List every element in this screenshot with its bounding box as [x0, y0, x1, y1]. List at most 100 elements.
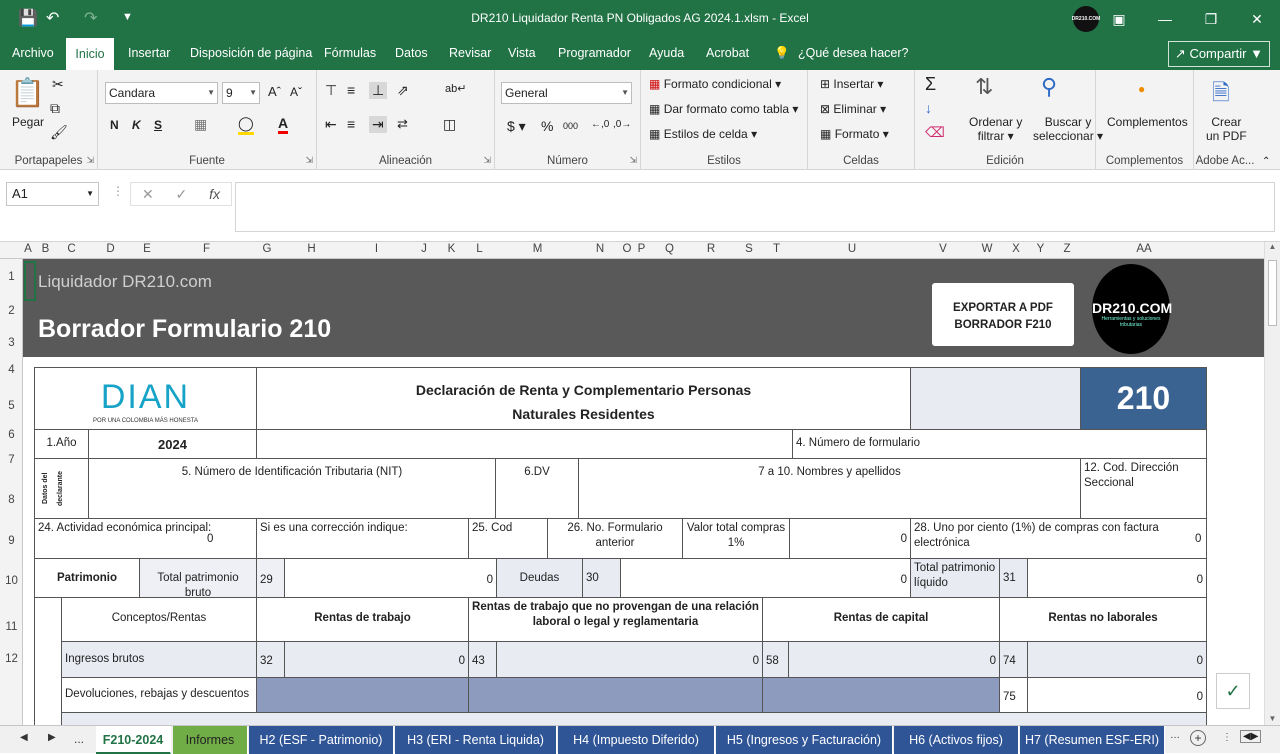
italic-button[interactable]: K — [132, 118, 141, 132]
row-header-1[interactable]: 1 — [0, 271, 23, 283]
valor-compras-value[interactable]: 0 — [789, 518, 911, 559]
menu-revisar[interactable]: Revisar — [445, 38, 495, 70]
hscroll-left-icon[interactable]: ◀▶ — [1240, 730, 1262, 743]
insert-function-icon[interactable]: fx — [209, 186, 220, 202]
column-header-d[interactable]: D — [85, 243, 136, 255]
menu-disposicion[interactable]: Disposición de página — [186, 38, 316, 70]
cut-icon[interactable]: ✂ — [52, 76, 64, 93]
menu-ayuda[interactable]: Ayuda — [645, 38, 688, 70]
increase-decimal-icon[interactable]: ←,0 — [591, 119, 609, 130]
tell-me-search[interactable]: ¿Qué desea hacer? — [794, 38, 913, 70]
menu-formulas[interactable]: Fórmulas — [320, 38, 380, 70]
column-header-w[interactable]: W — [969, 243, 1005, 255]
scroll-down-icon[interactable]: ▼ — [1265, 714, 1280, 723]
menu-programador[interactable]: Programador — [554, 38, 635, 70]
empty-cell[interactable] — [256, 429, 793, 459]
formula-input[interactable] — [235, 182, 1275, 232]
column-header-u[interactable]: U — [787, 243, 917, 255]
tab-h4[interactable]: H4 (Impuesto Diferido) — [558, 726, 715, 754]
tab-h7[interactable]: H7 (Resumen ESF-ERI) — [1020, 726, 1165, 754]
share-button[interactable]: ↗ Compartir ▼ — [1167, 41, 1270, 67]
value-74[interactable]: 0 — [1027, 641, 1207, 678]
align-middle-icon[interactable]: ≡ — [347, 82, 355, 98]
tab-scroll-left-icon[interactable]: ◀ — [20, 732, 28, 743]
clear-icon[interactable]: ⌫ — [925, 124, 945, 141]
merge-center-icon[interactable]: ◫ — [443, 116, 456, 133]
column-header-z[interactable]: Z — [1054, 243, 1080, 255]
menu-archivo[interactable]: Archivo — [8, 38, 58, 70]
row-header-8[interactable]: 8 — [0, 494, 23, 506]
number-format-select[interactable]: General ▼ — [501, 82, 632, 104]
value-31[interactable]: 0 — [1027, 558, 1207, 598]
sort-filter-icon[interactable]: ⇅ — [975, 74, 993, 100]
menu-datos[interactable]: Datos — [391, 38, 432, 70]
actividad-value[interactable]: 0 — [207, 533, 213, 545]
align-top-icon[interactable]: ⊤ — [325, 82, 337, 99]
tab-h2[interactable]: H2 (ESF - Patrimonio) — [249, 726, 394, 754]
align-left-icon[interactable]: ⇤ — [325, 116, 337, 133]
row-header-3[interactable]: 3 — [0, 337, 23, 349]
row-header-11[interactable]: 11 — [0, 621, 23, 633]
tab-h5[interactable]: H5 (Ingresos y Facturación) — [716, 726, 893, 754]
find-select-button[interactable]: Buscar y seleccionar ▾ — [1033, 115, 1103, 143]
scrollbar-thumb[interactable] — [1268, 260, 1277, 326]
addins-button[interactable]: Complementos — [1107, 115, 1188, 129]
row-header-2[interactable]: 2 — [0, 305, 23, 317]
row-header-12[interactable]: 12 — [0, 653, 23, 665]
value-75[interactable]: 0 — [1027, 677, 1207, 713]
column-header-k[interactable]: K — [439, 243, 464, 255]
dialog-launcher-icon[interactable]: ⇲ — [483, 155, 491, 166]
tab-informes[interactable]: Informes — [173, 726, 248, 754]
column-header-g[interactable]: G — [255, 243, 279, 255]
ribbon-display-options-icon[interactable]: ▣ — [1096, 0, 1142, 38]
sort-filter-button[interactable]: Ordenar y filtrar ▾ — [969, 115, 1022, 143]
column-header-j[interactable]: J — [409, 243, 439, 255]
font-size-select[interactable]: 9 ▼ — [222, 82, 260, 104]
empty-cell[interactable] — [910, 367, 1081, 430]
tab-h6[interactable]: H6 (Activos fijos) — [894, 726, 1019, 754]
align-right-icon[interactable]: ⇥ — [369, 116, 387, 133]
indent-icon[interactable]: ⇄ — [397, 116, 408, 132]
column-header-aa[interactable]: AA — [1080, 243, 1208, 255]
minimize-icon[interactable]: — — [1142, 0, 1188, 38]
split-handle-icon[interactable]: ⋮ — [1222, 732, 1232, 743]
value-29[interactable]: 0 — [284, 558, 497, 598]
enter-icon[interactable]: ✓ — [176, 186, 188, 203]
collapse-ribbon-icon[interactable]: ⌃ — [1262, 156, 1270, 167]
paste-button[interactable]: Pegar — [12, 115, 44, 129]
insert-cells-button[interactable]: ⊞ Insertar ▾ — [820, 77, 883, 91]
tab-h3[interactable]: H3 (ERI - Renta Liquida) — [395, 726, 557, 754]
value-32[interactable]: 0 — [284, 641, 469, 678]
orientation-icon[interactable]: ⇗ — [397, 82, 409, 99]
align-bottom-icon[interactable]: ⊥ — [369, 82, 388, 99]
column-header-v[interactable]: V — [917, 243, 969, 255]
column-header-q[interactable]: Q — [649, 243, 690, 255]
dialog-launcher-icon[interactable]: ⇲ — [629, 155, 637, 166]
more-tabs-icon[interactable]: … — [1170, 730, 1180, 741]
column-header-i[interactable]: I — [344, 243, 409, 255]
row-header-5[interactable]: 5 — [0, 400, 23, 412]
find-icon[interactable]: ⚲ — [1041, 74, 1057, 100]
pdf-icon[interactable]: 🗎 — [1212, 76, 1230, 114]
cell-styles-button[interactable]: ▦ Estilos de celda ▾ — [649, 127, 757, 141]
delete-cells-button[interactable]: ⊠ Eliminar ▾ — [820, 102, 886, 116]
menu-vista[interactable]: Vista — [504, 38, 540, 70]
name-box[interactable]: A1 ▼ — [6, 182, 99, 206]
uno-por-ciento-value[interactable]: 0 — [1195, 533, 1201, 545]
paste-icon[interactable]: 📋 — [10, 76, 45, 109]
column-header-f[interactable]: F — [158, 243, 255, 255]
column-header-l[interactable]: L — [464, 243, 495, 255]
row-header-7[interactable]: 7 — [0, 454, 23, 466]
font-family-select[interactable]: Candara ▼ — [105, 82, 218, 104]
value-58[interactable]: 0 — [788, 641, 1000, 678]
tab-more[interactable]: ... — [74, 732, 84, 746]
selected-cell-a1[interactable] — [24, 261, 36, 301]
cancel-icon[interactable]: ✕ — [142, 186, 154, 203]
tab-f210[interactable]: F210-2024 — [96, 726, 171, 754]
percent-icon[interactable]: % — [541, 118, 553, 134]
menu-acrobat[interactable]: Acrobat — [702, 38, 753, 70]
worksheet-grid[interactable]: Liquidador DR210.com Borrador Formulario… — [23, 259, 1264, 725]
column-header-s[interactable]: S — [732, 243, 766, 255]
format-cells-button[interactable]: ▦ Formato ▾ — [820, 127, 889, 141]
menu-insertar[interactable]: Insertar — [124, 38, 174, 70]
